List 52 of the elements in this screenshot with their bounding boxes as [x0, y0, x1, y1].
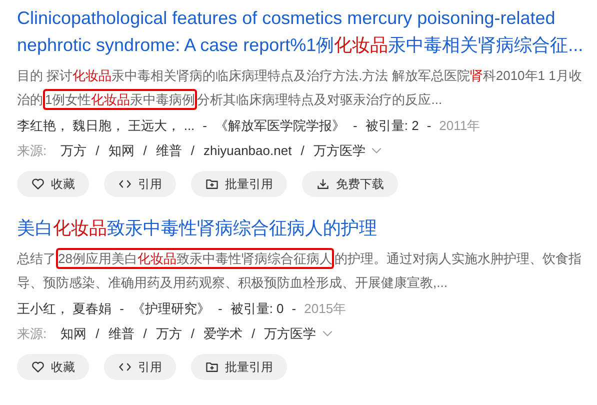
heart-icon	[31, 360, 45, 374]
result-snippet: 总结了 28例应用美白化妆品致汞中毒性肾病综合征病人 的护理。通过对病人实施水肿护理、饮食指导、预防感染、准确用药及用药观察、积极预防血栓形成、开展健康宣教,...	[17, 247, 584, 295]
action-button[interactable]: 引用	[104, 171, 176, 197]
citation-count: 被引量: 0	[230, 300, 284, 318]
source-link[interactable]: 知网	[60, 321, 87, 346]
action-button[interactable]: 批量引用	[191, 171, 287, 197]
action-button[interactable]: 引用	[104, 354, 176, 380]
source-link[interactable]: zhiyuanbao.net	[204, 138, 292, 163]
separator: /	[96, 325, 100, 343]
sources-label: 来源:	[17, 325, 47, 343]
action-button[interactable]: 批量引用	[191, 354, 287, 380]
authors[interactable]: 王小红， 夏春娟	[17, 296, 112, 321]
source-link[interactable]: 万方	[156, 321, 182, 346]
source-link[interactable]: 万方	[60, 138, 87, 163]
result-title[interactable]: Clinicopathological features of cosmetics mercury poisoning-related nephrotic syndrome: A case report%1例化妆品汞中毒相关肾病综合征...	[17, 5, 584, 59]
separator: /	[300, 142, 304, 160]
citation-count: 被引量: 2	[365, 117, 419, 135]
separator: /	[190, 325, 194, 343]
chevron-down-icon[interactable]	[371, 147, 382, 154]
year: 2011年	[439, 117, 480, 135]
separator: -	[292, 300, 296, 318]
heart-icon	[31, 177, 45, 191]
separator: -	[202, 117, 208, 135]
source-link[interactable]: 爱学术	[204, 321, 242, 346]
separator: /	[96, 142, 100, 160]
separator: -	[218, 300, 222, 318]
separator: /	[190, 142, 194, 160]
result-title[interactable]: 美白化妆品致汞中毒性肾病综合征病人的护理	[17, 215, 584, 242]
action-button[interactable]: 收藏	[17, 171, 89, 197]
source-link[interactable]: 维普	[156, 138, 182, 163]
download-icon	[316, 177, 330, 191]
action-button[interactable]: 免费下载	[302, 171, 398, 197]
journal-link[interactable]: 《护理研究》	[132, 296, 210, 321]
folder-plus-icon	[205, 177, 219, 191]
action-button[interactable]: 收藏	[17, 354, 89, 380]
result-snippet: 目的 探讨化妆品汞中毒相关肾病的临床病理特点及治疗方法.方法 解放军总医院肾科2010年1 1月收治的 1例女性化妆品汞中毒病例 分析其临床病理特点及对驱汞治疗的反应...	[17, 64, 584, 112]
source-link[interactable]: 万方医学	[264, 321, 316, 346]
source-link[interactable]: 知网	[108, 138, 134, 163]
separator: -	[353, 117, 358, 135]
separator: -	[426, 117, 432, 135]
year: 2015年	[304, 300, 346, 318]
separator: /	[252, 325, 256, 343]
folder-plus-icon	[205, 360, 219, 374]
sources-label: 来源:	[17, 142, 47, 160]
authors[interactable]: 李红艳， 魏日胞， 王远大， ...	[17, 113, 195, 138]
chevron-down-icon[interactable]	[322, 330, 334, 337]
separator: -	[120, 300, 124, 318]
source-link[interactable]: 万方医学	[313, 138, 366, 163]
separator: /	[143, 325, 147, 343]
separator: /	[143, 142, 147, 160]
journal-link[interactable]: 《解放军医学院学报》	[215, 113, 346, 138]
source-link[interactable]: 维普	[108, 321, 134, 346]
